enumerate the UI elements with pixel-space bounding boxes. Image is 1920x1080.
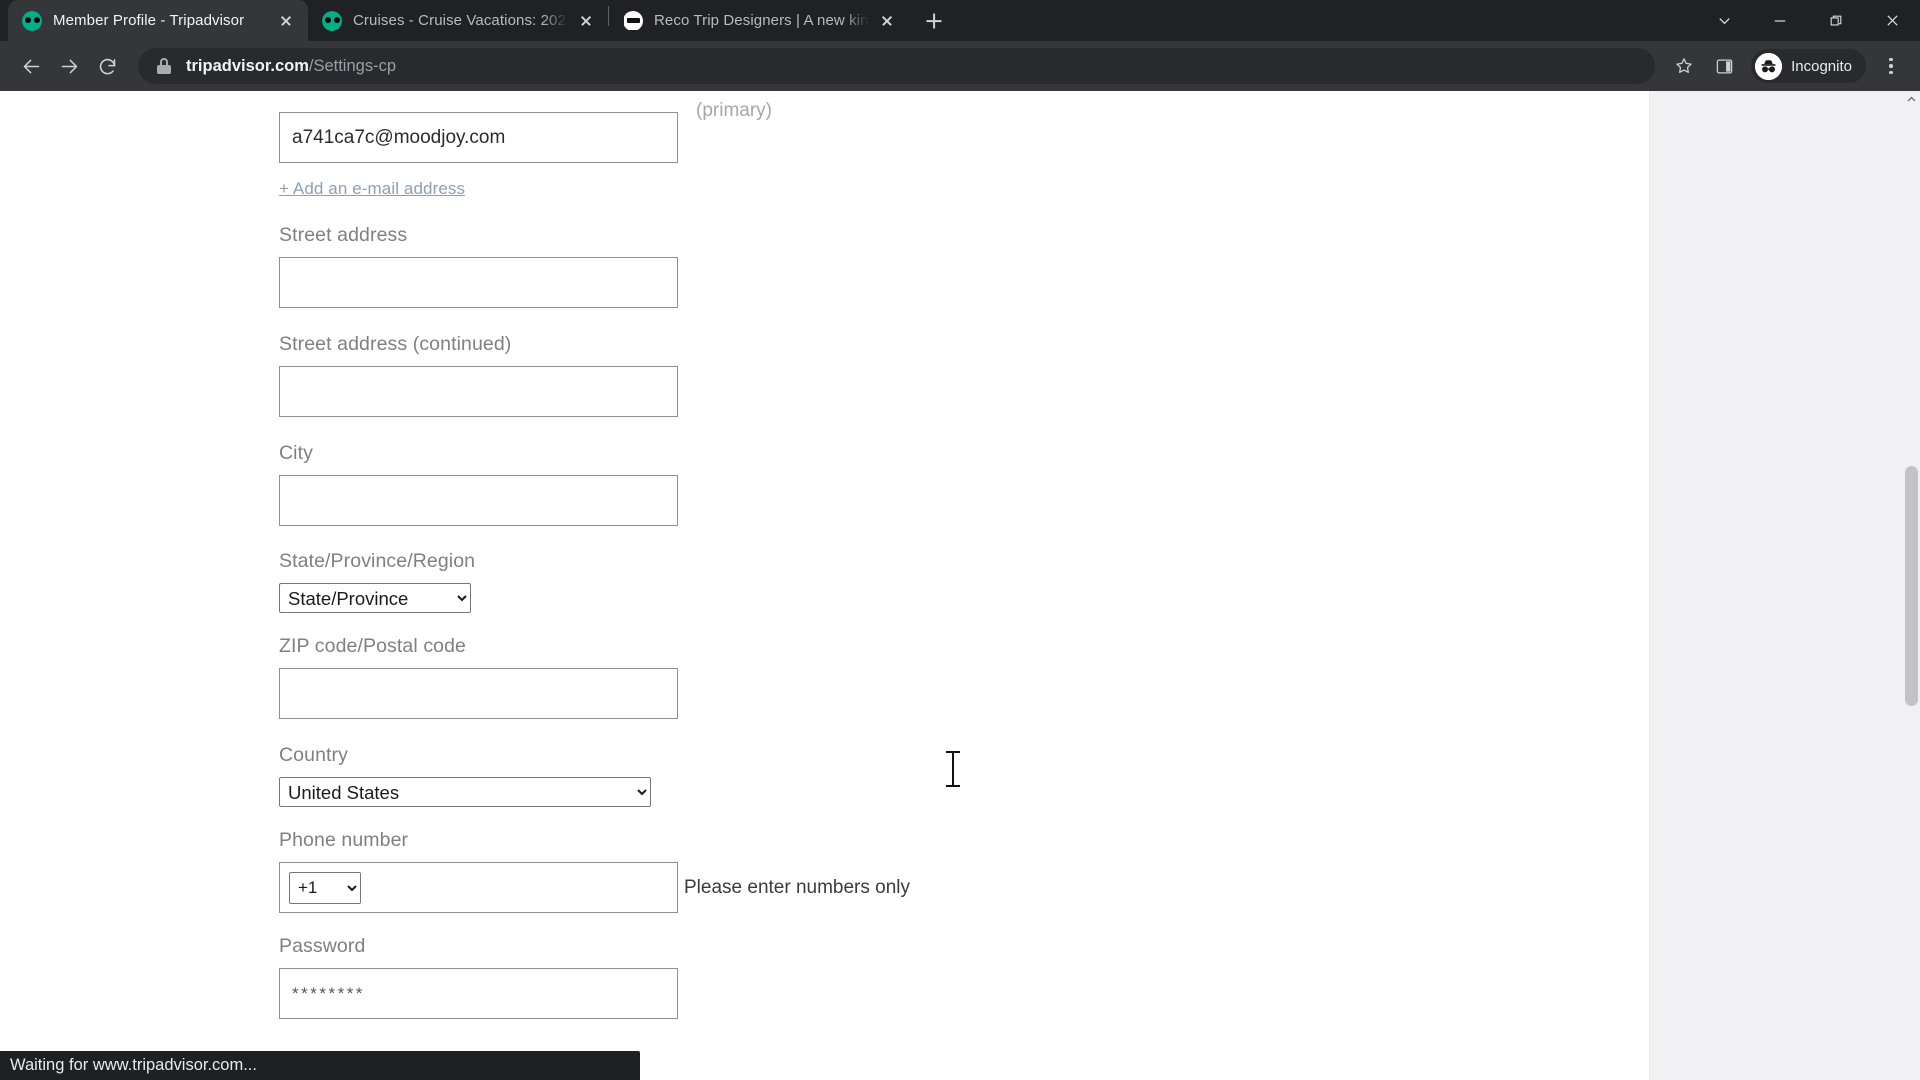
- lock-icon[interactable]: [156, 58, 172, 74]
- password-group: Password: [279, 935, 1279, 1019]
- side-panel-icon[interactable]: [1705, 47, 1743, 85]
- reload-icon[interactable]: [88, 47, 126, 85]
- password-label: Password: [279, 935, 1279, 958]
- country-group: Country United States: [279, 744, 1279, 807]
- tripadvisor-icon: [322, 11, 342, 31]
- city-label: City: [279, 442, 1279, 465]
- state-select[interactable]: State/Province: [279, 583, 471, 613]
- tab-reco-trip-designers[interactable]: Reco Trip Designers | A new kind: [609, 0, 909, 41]
- url-domain: tripadvisor.com: [186, 57, 309, 75]
- tab-search-chevron-down-icon[interactable]: [1696, 0, 1752, 41]
- tripadvisor-icon: [22, 11, 42, 31]
- country-label: Country: [279, 744, 1279, 767]
- new-tab-button[interactable]: [917, 4, 951, 38]
- maximize-icon[interactable]: [1808, 0, 1864, 41]
- street-address-continued-input[interactable]: [279, 366, 678, 417]
- page-content: (primary) + Add an e-mail address Street…: [0, 91, 1650, 1080]
- browser-window: Member Profile - Tripadvisor Cruises - C…: [0, 0, 1920, 1080]
- incognito-avatar-icon: [1755, 53, 1782, 80]
- star-icon[interactable]: [1665, 47, 1703, 85]
- zip-group: ZIP code/Postal code: [279, 635, 1279, 719]
- street-address-input[interactable]: [279, 257, 678, 308]
- state-group: State/Province/Region State/Province: [279, 550, 1279, 613]
- address-bar[interactable]: tripadvisor.com/Settings-cp: [138, 48, 1655, 84]
- toolbar-actions: Incognito: [1665, 47, 1908, 85]
- close-icon[interactable]: [574, 9, 598, 33]
- minimize-icon[interactable]: [1752, 0, 1808, 41]
- tab-strip: Member Profile - Tripadvisor Cruises - C…: [0, 0, 1920, 41]
- vertical-scrollbar[interactable]: [1903, 91, 1920, 1080]
- street-address-label: Street address: [279, 224, 1279, 247]
- city-input[interactable]: [279, 475, 678, 526]
- forward-arrow-icon[interactable]: [50, 47, 88, 85]
- tab-title: Cruises - Cruise Vacations: 2023: [353, 12, 568, 29]
- tab-member-profile[interactable]: Member Profile - Tripadvisor: [8, 0, 308, 41]
- street-address-continued-group: Street address (continued): [279, 333, 1279, 417]
- country-code-select[interactable]: +1: [289, 872, 361, 904]
- close-icon[interactable]: [875, 9, 899, 33]
- incognito-profile-button[interactable]: Incognito: [1751, 49, 1866, 83]
- city-group: City: [279, 442, 1279, 526]
- kebab-menu-icon[interactable]: [1874, 47, 1908, 85]
- text-cursor: [946, 751, 960, 787]
- status-text: Waiting for www.tripadvisor.com...: [10, 1056, 257, 1075]
- zip-label: ZIP code/Postal code: [279, 635, 1279, 658]
- scroll-up-arrow-icon[interactable]: [1903, 91, 1920, 108]
- state-label: State/Province/Region: [279, 550, 1279, 573]
- scrollbar-thumb[interactable]: [1905, 466, 1918, 706]
- zip-input[interactable]: [279, 668, 678, 719]
- street-address-continued-label: Street address (continued): [279, 333, 1279, 356]
- close-icon[interactable]: [274, 9, 298, 33]
- incognito-label: Incognito: [1791, 58, 1852, 75]
- country-select[interactable]: United States: [279, 777, 651, 807]
- window-controls: [1696, 0, 1920, 41]
- reco-icon: [623, 11, 643, 31]
- phone-input-wrapper[interactable]: +1 Please enter numbers only: [279, 862, 678, 913]
- status-bubble: Waiting for www.tripadvisor.com...: [0, 1051, 640, 1080]
- url-text: tripadvisor.com/Settings-cp: [186, 57, 396, 76]
- member-profile-settings-form: (primary) + Add an e-mail address Street…: [279, 91, 1279, 1019]
- tab-title: Reco Trip Designers | A new kind: [654, 12, 869, 29]
- page-viewport: (primary) + Add an e-mail address Street…: [0, 91, 1920, 1080]
- phone-group: Phone number +1 Please enter numbers onl…: [279, 829, 1279, 913]
- phone-note: Please enter numbers only: [684, 877, 910, 899]
- email-input[interactable]: [279, 112, 678, 163]
- browser-toolbar: tripadvisor.com/Settings-cp: [0, 41, 1920, 91]
- phone-label: Phone number: [279, 829, 1279, 852]
- back-arrow-icon[interactable]: [12, 47, 50, 85]
- tab-cruises[interactable]: Cruises - Cruise Vacations: 2023: [308, 0, 608, 41]
- add-email-link[interactable]: + Add an e-mail address: [279, 179, 465, 199]
- tab-title: Member Profile - Tripadvisor: [53, 12, 268, 29]
- password-input[interactable]: [279, 968, 678, 1019]
- close-icon[interactable]: [1864, 0, 1920, 41]
- street-address-group: Street address: [279, 224, 1279, 308]
- url-path: /Settings-cp: [309, 57, 396, 75]
- email-primary-note: (primary): [696, 100, 772, 122]
- email-field-group: (primary) + Add an e-mail address: [279, 91, 1279, 199]
